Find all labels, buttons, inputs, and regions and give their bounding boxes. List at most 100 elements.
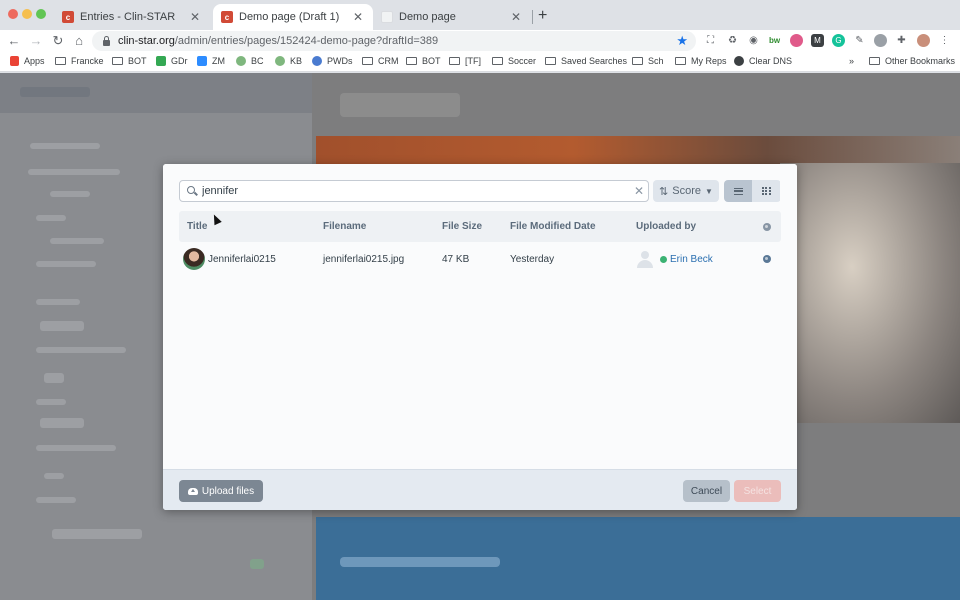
footer-band-blurred [316, 517, 960, 600]
bookmark-bot-2[interactable]: BOT [406, 56, 441, 66]
bookmark-label: ZM [212, 56, 225, 66]
reload-icon[interactable]: ↻ [50, 33, 66, 49]
folder-icon [55, 57, 66, 65]
address-bar[interactable]: clin-star.org /admin/entries/pages/15242… [92, 31, 696, 51]
bookmark-francke[interactable]: Francke [55, 56, 104, 66]
extension-bw-icon[interactable]: bw [768, 34, 781, 47]
bookmark-pwds[interactable]: PWDs [312, 56, 353, 66]
tab-entries[interactable]: c Entries - Clin-STAR ✕ [54, 4, 210, 30]
tab-demo-page[interactable]: Demo page ✕ [373, 4, 531, 30]
list-view-button[interactable] [724, 180, 752, 202]
minimize-window-button[interactable] [22, 9, 32, 19]
apps-grid-icon [10, 56, 19, 66]
extension-globe-icon[interactable] [874, 34, 887, 47]
upload-files-button[interactable]: Upload files [179, 480, 263, 502]
bookmark-bc[interactable]: BC [236, 56, 264, 66]
tab-label: Demo page [399, 11, 456, 23]
lock-icon [102, 36, 110, 46]
bookmark-tf[interactable]: [TF] [449, 56, 481, 66]
folder-icon [112, 57, 123, 65]
bookmark-label: GDr [171, 56, 188, 66]
recycle-icon[interactable]: ♻ [726, 34, 739, 47]
more-bookmarks-button[interactable]: » [849, 56, 854, 66]
bookmark-gdr[interactable]: GDr [156, 56, 188, 66]
column-header-filename[interactable]: Filename [323, 221, 442, 232]
tab-label: Entries - Clin-STAR [80, 11, 176, 23]
bookmark-label: Apps [24, 56, 45, 66]
c-logo-icon: c [221, 11, 233, 23]
blank-page-icon [381, 11, 393, 23]
asset-title: Jenniferlai0215 [208, 253, 276, 265]
bookmark-saved-searches[interactable]: Saved Searches [545, 56, 627, 66]
table-row[interactable]: Jenniferlai0215 jenniferlai0215.jpg 47 K… [179, 242, 781, 276]
cloud-icon [275, 56, 285, 66]
bookmark-label: Francke [71, 56, 104, 66]
close-window-button[interactable] [8, 9, 18, 19]
uploader-link[interactable]: Erin Beck [670, 254, 713, 265]
profile-avatar[interactable] [917, 34, 930, 47]
close-icon[interactable]: ✕ [188, 10, 202, 24]
close-icon[interactable]: ✕ [351, 10, 365, 24]
eyedropper-icon[interactable]: ✎ [853, 34, 866, 47]
tab-strip: c Entries - Clin-STAR ✕ c Demo page (Dra… [0, 0, 960, 30]
grammarly-icon[interactable]: G [832, 34, 845, 47]
bookmark-crm[interactable]: CRM [362, 56, 399, 66]
bookmark-apps[interactable]: Apps [10, 56, 45, 66]
globe-icon [762, 255, 771, 263]
bookmark-label: KB [290, 56, 303, 66]
clear-search-icon[interactable]: ✕ [630, 184, 648, 198]
hero-photo-blurred [780, 163, 960, 423]
view-mode-toggle [724, 180, 781, 202]
extension-m-icon[interactable]: M [811, 34, 824, 47]
browser-toolbar: ← → ↻ ⌂ clin-star.org /admin/entries/pag… [0, 30, 960, 52]
column-header-file-size[interactable]: File Size [442, 221, 510, 232]
tab-demo-draft[interactable]: c Demo page (Draft 1) ✕ [213, 4, 373, 30]
folder-icon [632, 57, 643, 65]
maximize-window-button[interactable] [36, 9, 46, 19]
screenshot-icon[interactable]: ⛶ [704, 34, 717, 47]
modal-body: ✕ ⇅ Score ▼ Title Filename File Size Fil… [163, 164, 797, 469]
search-input[interactable] [200, 182, 630, 200]
bookmark-label: Sch [648, 56, 664, 66]
column-header-title[interactable]: Title [179, 221, 323, 232]
new-tab-button[interactable]: + [538, 7, 547, 25]
bookmark-label: BC [251, 56, 264, 66]
grid-view-button[interactable] [752, 180, 780, 202]
folder-icon [492, 57, 503, 65]
back-arrow-icon[interactable]: ← [6, 33, 22, 49]
home-icon[interactable]: ⌂ [71, 33, 87, 49]
extension-pink-icon[interactable] [790, 34, 803, 47]
bookmark-soccer[interactable]: Soccer [492, 56, 536, 66]
tab-divider [532, 10, 533, 24]
bookmark-label: BOT [128, 56, 147, 66]
bookmark-bot[interactable]: BOT [112, 56, 147, 66]
cancel-button[interactable]: Cancel [683, 480, 730, 502]
bookmark-star-icon[interactable]: ★ [676, 33, 688, 49]
column-header-uploaded-by[interactable]: Uploaded by [636, 221, 752, 232]
bookmark-sch[interactable]: Sch [632, 56, 664, 66]
sort-dropdown[interactable]: ⇅ Score ▼ [653, 180, 719, 202]
asset-selector-modal: ✕ ⇅ Score ▼ Title Filename File Size Fil… [163, 164, 797, 510]
camera-icon[interactable]: ◉ [747, 34, 760, 47]
bookmark-kb[interactable]: KB [275, 56, 302, 66]
folder-icon [362, 57, 373, 65]
select-button[interactable]: Select [734, 480, 781, 502]
bookmark-clear-dns[interactable]: Clear DNS [734, 56, 792, 66]
folder-icon [675, 57, 686, 65]
other-bookmarks[interactable]: Other Bookmarks [869, 56, 955, 66]
bookmark-label: PWDs [327, 56, 353, 66]
folder-icon [406, 57, 417, 65]
column-header-modified-date[interactable]: File Modified Date [510, 221, 636, 232]
bookmark-zm[interactable]: ZM [197, 56, 225, 66]
grid-icon [761, 187, 771, 195]
c-logo-icon: c [62, 11, 74, 23]
bookmark-label: BOT [422, 56, 441, 66]
menu-kebab-icon[interactable]: ⋮ [938, 34, 951, 47]
bookmark-my-reps[interactable]: My Reps [675, 56, 727, 66]
bookmark-label: CRM [378, 56, 399, 66]
forward-arrow-icon[interactable]: → [28, 33, 44, 49]
close-icon[interactable]: ✕ [509, 10, 523, 24]
puzzle-icon[interactable]: ✚ [895, 34, 908, 47]
sort-label: Score [672, 185, 702, 197]
search-field[interactable]: ✕ [179, 180, 649, 202]
